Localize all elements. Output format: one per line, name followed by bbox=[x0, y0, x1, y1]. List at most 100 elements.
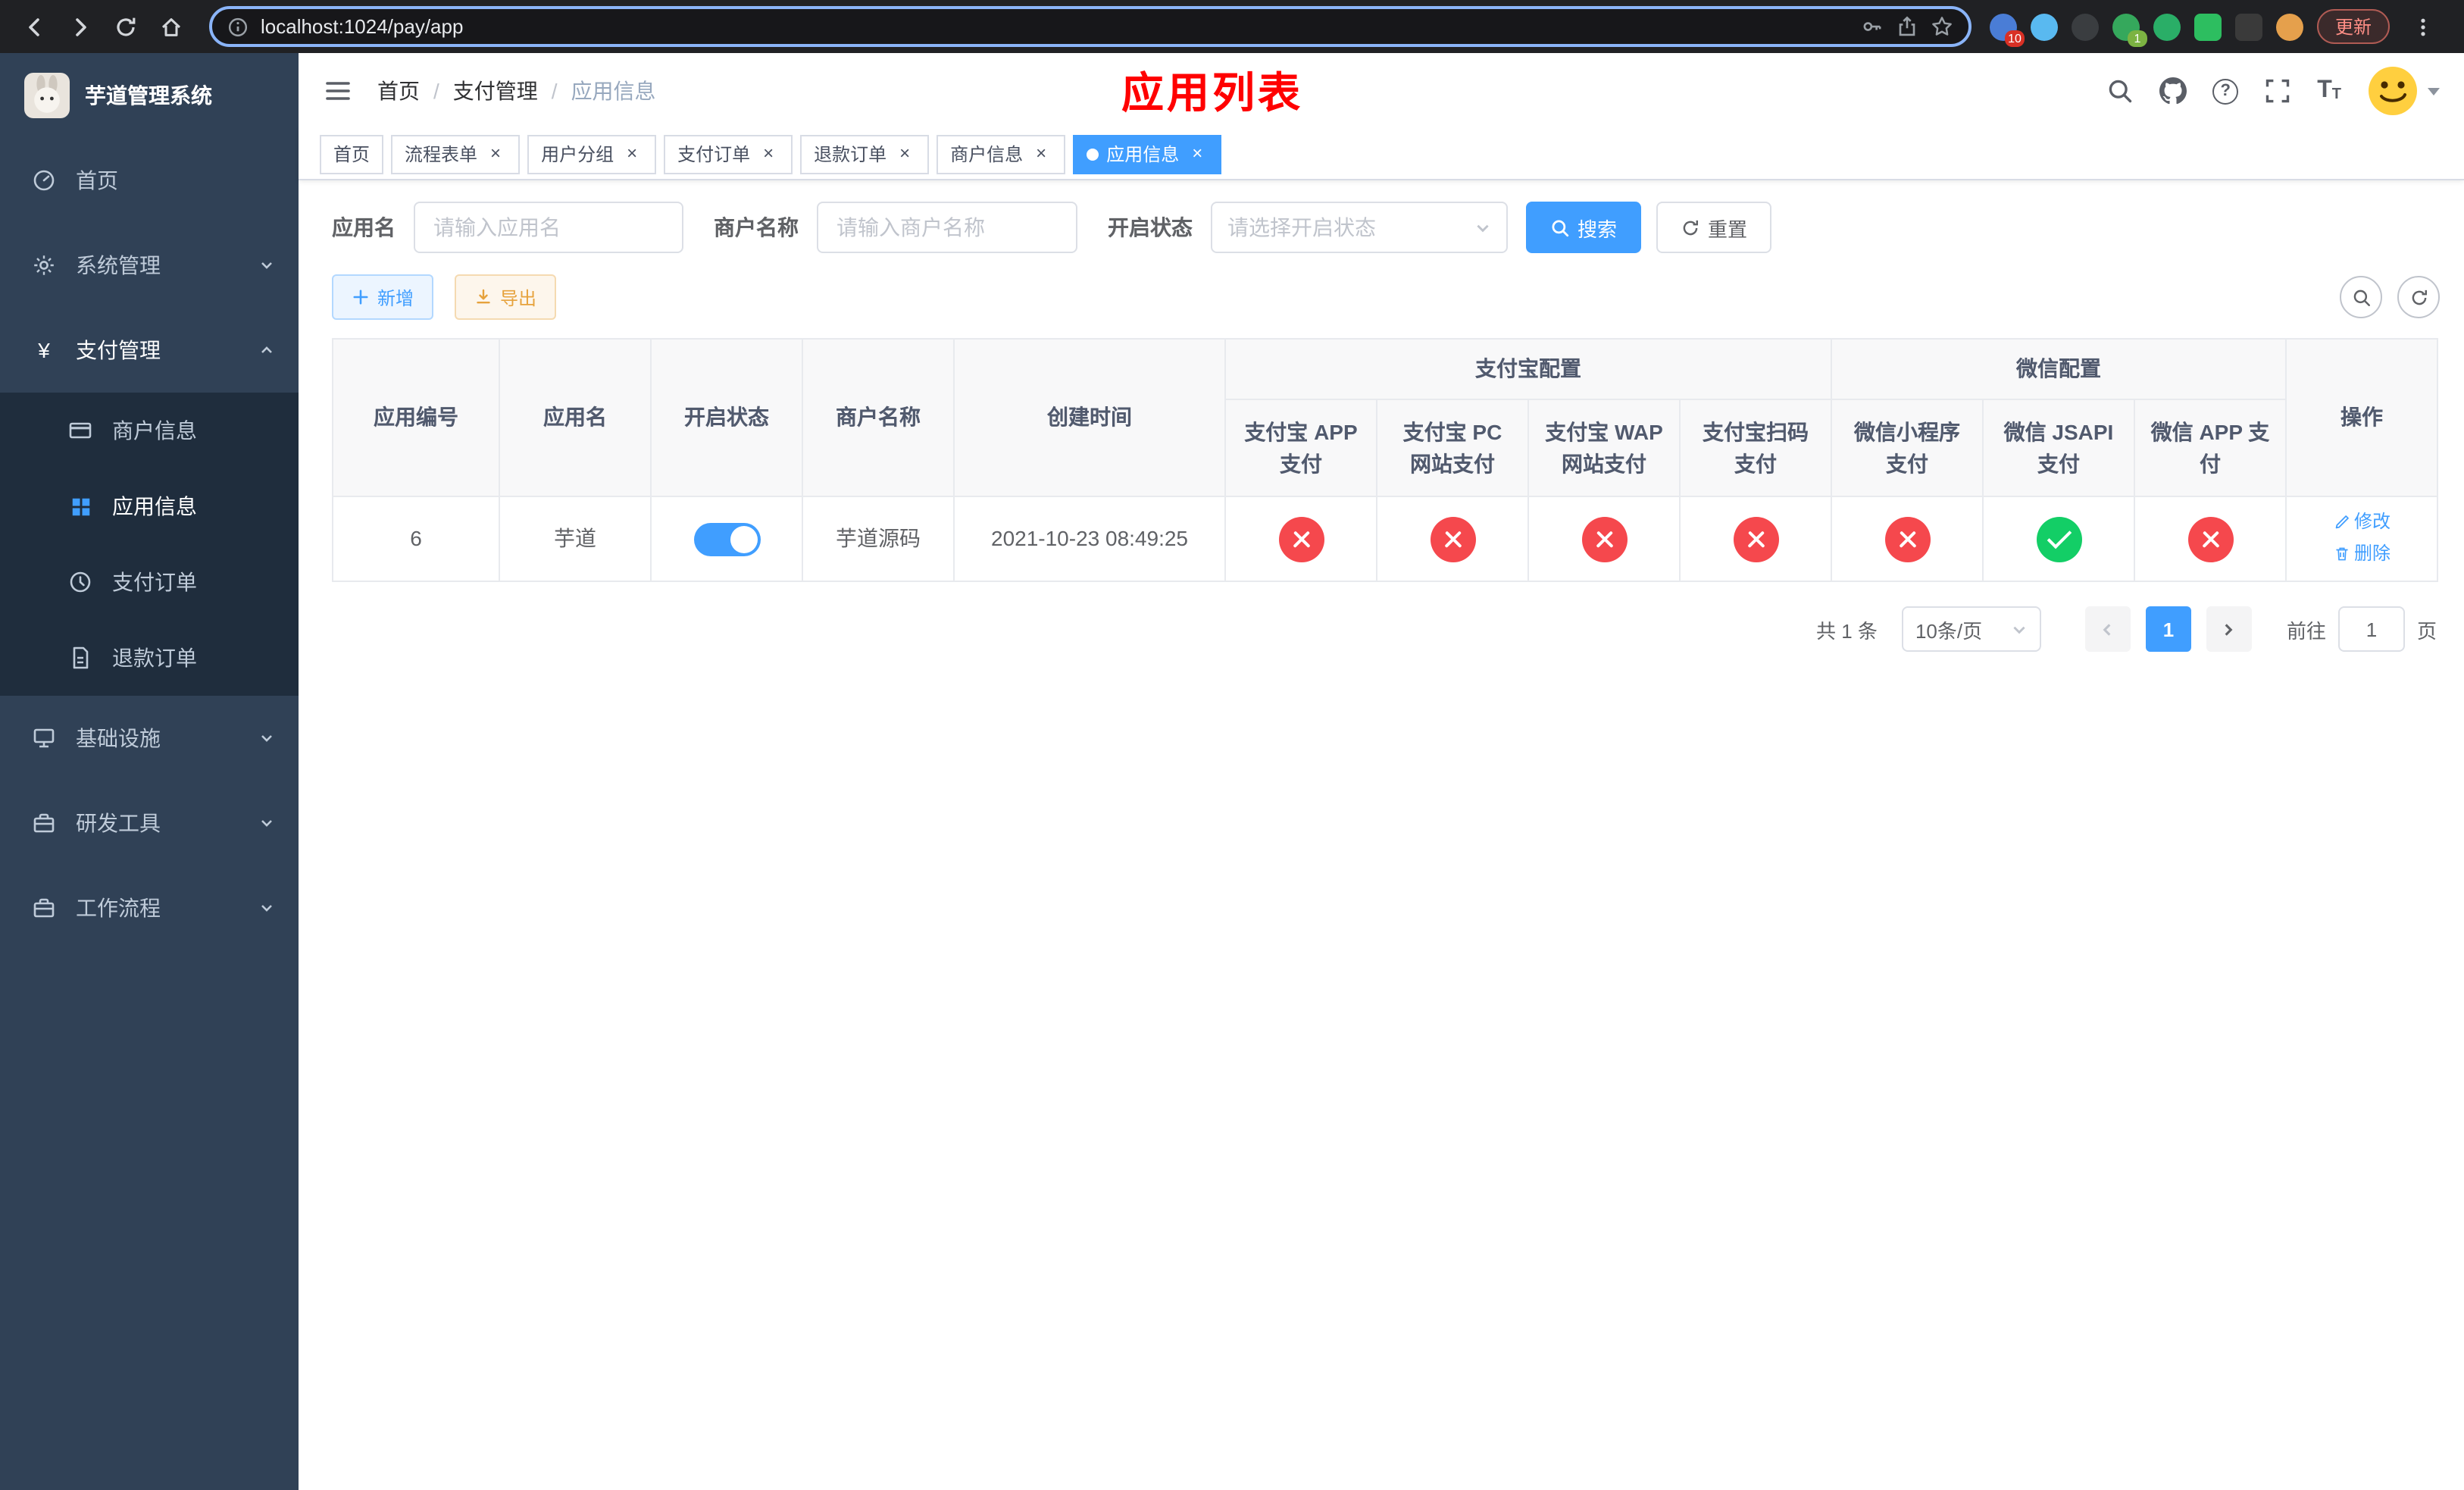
breadcrumb-home[interactable]: 首页 bbox=[377, 76, 420, 106]
prev-page-button[interactable] bbox=[2084, 606, 2131, 652]
ext-pin-icon[interactable] bbox=[2234, 13, 2262, 40]
github-link-button[interactable] bbox=[2159, 77, 2187, 105]
ext-drop-icon[interactable] bbox=[2030, 13, 2058, 40]
tab-payment-orders[interactable]: 支付订单 × bbox=[664, 134, 793, 174]
fullscreen-button[interactable] bbox=[2264, 77, 2291, 105]
delete-link[interactable]: 删除 bbox=[2333, 540, 2391, 567]
tab-home[interactable]: 首页 bbox=[320, 134, 384, 174]
app-logo[interactable]: 芋道管理系统 bbox=[0, 53, 299, 138]
export-button[interactable]: 导出 bbox=[455, 274, 557, 320]
edit-link[interactable]: 修改 bbox=[2333, 508, 2391, 535]
chevron-left-icon bbox=[2103, 623, 2112, 635]
sidebar-item-system[interactable]: 系统管理 bbox=[0, 223, 299, 308]
close-icon[interactable]: × bbox=[758, 142, 779, 164]
sidebar-item-app-info[interactable]: 应用信息 bbox=[0, 468, 299, 544]
status-select-placeholder: 请选择开启状态 bbox=[1227, 215, 1376, 239]
toggle-search-button[interactable] bbox=[2340, 276, 2382, 318]
header-search-button[interactable] bbox=[2106, 77, 2134, 105]
ext-monkey-icon[interactable] bbox=[2275, 13, 2303, 40]
pencil-icon bbox=[2334, 515, 2348, 528]
user-menu[interactable] bbox=[2367, 65, 2440, 117]
cell-actions: 修改 删除 bbox=[2285, 496, 2439, 582]
sidebar-item-merchant-info[interactable]: 商户信息 bbox=[0, 393, 299, 468]
sidebar-toggle-button[interactable] bbox=[323, 76, 353, 106]
browser-forward-button[interactable] bbox=[61, 7, 100, 46]
kebab-menu-icon bbox=[2421, 17, 2425, 36]
app-frame: 芋道管理系统 首页 系统管理 ¥ 支付管理 商户信息 应用信息 支付订单 退款订… bbox=[0, 53, 2464, 1490]
sidebar-item-payment[interactable]: ¥ 支付管理 bbox=[0, 308, 299, 393]
col-header-alipay-pc: 支付宝 PC 网站支付 bbox=[1376, 399, 1529, 497]
sidebar-item-dev-tools[interactable]: 研发工具 bbox=[0, 781, 299, 866]
sidebar-item-label: 支付管理 bbox=[76, 338, 161, 362]
ext-chat-icon[interactable] bbox=[2153, 13, 2181, 40]
url-text: localhost:1024/pay/app bbox=[261, 15, 464, 38]
close-icon[interactable]: × bbox=[1187, 142, 1208, 164]
breadcrumb-current: 应用信息 bbox=[571, 79, 656, 103]
ext-dark-icon[interactable] bbox=[2071, 13, 2099, 40]
add-button[interactable]: 新增 bbox=[332, 274, 434, 320]
close-icon[interactable]: × bbox=[1030, 142, 1052, 164]
sidebar-item-workflow[interactable]: 工作流程 bbox=[0, 866, 299, 950]
close-icon[interactable]: × bbox=[621, 142, 643, 164]
goto-page-input[interactable] bbox=[2337, 606, 2405, 652]
address-bar[interactable]: localhost:1024/pay/app bbox=[209, 6, 1972, 47]
plus-icon bbox=[353, 290, 368, 305]
sidebar-item-refund-orders[interactable]: 退款订单 bbox=[0, 620, 299, 696]
col-header-wx-jsapi: 微信 JSAPI 支付 bbox=[1982, 399, 2135, 497]
tab-merchant-info[interactable]: 商户信息 × bbox=[937, 134, 1066, 174]
sidebar-item-payment-orders[interactable]: 支付订单 bbox=[0, 544, 299, 620]
tab-refund-orders[interactable]: 退款订单 × bbox=[800, 134, 930, 174]
share-icon[interactable] bbox=[1896, 15, 1918, 38]
breadcrumb-payment[interactable]: 支付管理 bbox=[453, 76, 538, 106]
cross-status-icon bbox=[1581, 516, 1627, 562]
search-icon bbox=[2353, 289, 2369, 305]
password-key-icon[interactable] bbox=[1861, 15, 1884, 38]
ext-note-icon[interactable] bbox=[2194, 13, 2222, 40]
tab-label: 首页 bbox=[333, 144, 371, 165]
document-icon bbox=[67, 646, 94, 670]
app-name-input[interactable] bbox=[414, 202, 683, 253]
cell-app-name: 芋道 bbox=[499, 496, 652, 582]
sidebar-item-infrastructure[interactable]: 基础设施 bbox=[0, 696, 299, 781]
sidebar-item-home[interactable]: 首页 bbox=[0, 138, 299, 223]
add-button-label: 新增 bbox=[377, 287, 414, 308]
browser-back-button[interactable] bbox=[15, 7, 55, 46]
toggle-knob bbox=[730, 525, 757, 553]
help-button[interactable]: ? bbox=[2212, 78, 2239, 104]
tab-user-group[interactable]: 用户分组 × bbox=[527, 134, 657, 174]
sidebar-item-label: 基础设施 bbox=[76, 726, 161, 750]
col-header-wx-app: 微信 APP 支付 bbox=[2133, 399, 2287, 497]
font-size-button[interactable]: TT bbox=[2317, 78, 2341, 103]
search-button[interactable]: 搜索 bbox=[1526, 202, 1642, 253]
status-select[interactable]: 请选择开启状态 bbox=[1211, 202, 1508, 253]
ext-profile-icon[interactable]: 1 bbox=[2112, 13, 2147, 46]
chrome-update-button[interactable]: 更新 bbox=[2316, 9, 2390, 44]
cross-status-icon bbox=[1278, 516, 1324, 562]
refresh-table-button[interactable] bbox=[2397, 276, 2440, 318]
merchant-name-input[interactable] bbox=[817, 202, 1077, 253]
close-icon[interactable]: × bbox=[894, 142, 915, 164]
browser-menu-button[interactable] bbox=[2403, 7, 2443, 46]
cell-status bbox=[650, 496, 803, 582]
refresh-icon bbox=[2411, 289, 2426, 305]
ext-puzzle-icon[interactable]: 10 bbox=[1989, 13, 2025, 46]
edit-link-label: 修改 bbox=[2354, 511, 2391, 532]
search-button-label: 搜索 bbox=[1578, 218, 1618, 240]
pagination: 共 1 条 10条/页 1 前往 页 bbox=[332, 606, 2437, 652]
page-size-select[interactable]: 10条/页 bbox=[1901, 606, 2041, 652]
bookmark-star-icon[interactable] bbox=[1931, 15, 1953, 38]
tab-app-info[interactable]: 应用信息 × bbox=[1073, 134, 1222, 174]
close-icon[interactable]: × bbox=[485, 142, 506, 164]
tab-process-form[interactable]: 流程表单 × bbox=[391, 134, 521, 174]
table-row: 6 芋道 芋道源码 2021-10-23 08:49:25 修改 删除 bbox=[332, 496, 2439, 582]
reset-button[interactable]: 重置 bbox=[1656, 202, 1772, 253]
next-page-button[interactable] bbox=[2206, 606, 2252, 652]
site-info-icon[interactable] bbox=[227, 16, 249, 37]
status-toggle[interactable] bbox=[693, 522, 760, 556]
browser-home-button[interactable] bbox=[152, 7, 191, 46]
page-1-button[interactable]: 1 bbox=[2145, 606, 2191, 652]
check-status-icon bbox=[2036, 516, 2081, 562]
cell-alipay-qr bbox=[1679, 496, 1832, 582]
browser-reload-button[interactable] bbox=[106, 7, 145, 46]
col-header-wx-lite: 微信小程序支付 bbox=[1831, 399, 1984, 497]
